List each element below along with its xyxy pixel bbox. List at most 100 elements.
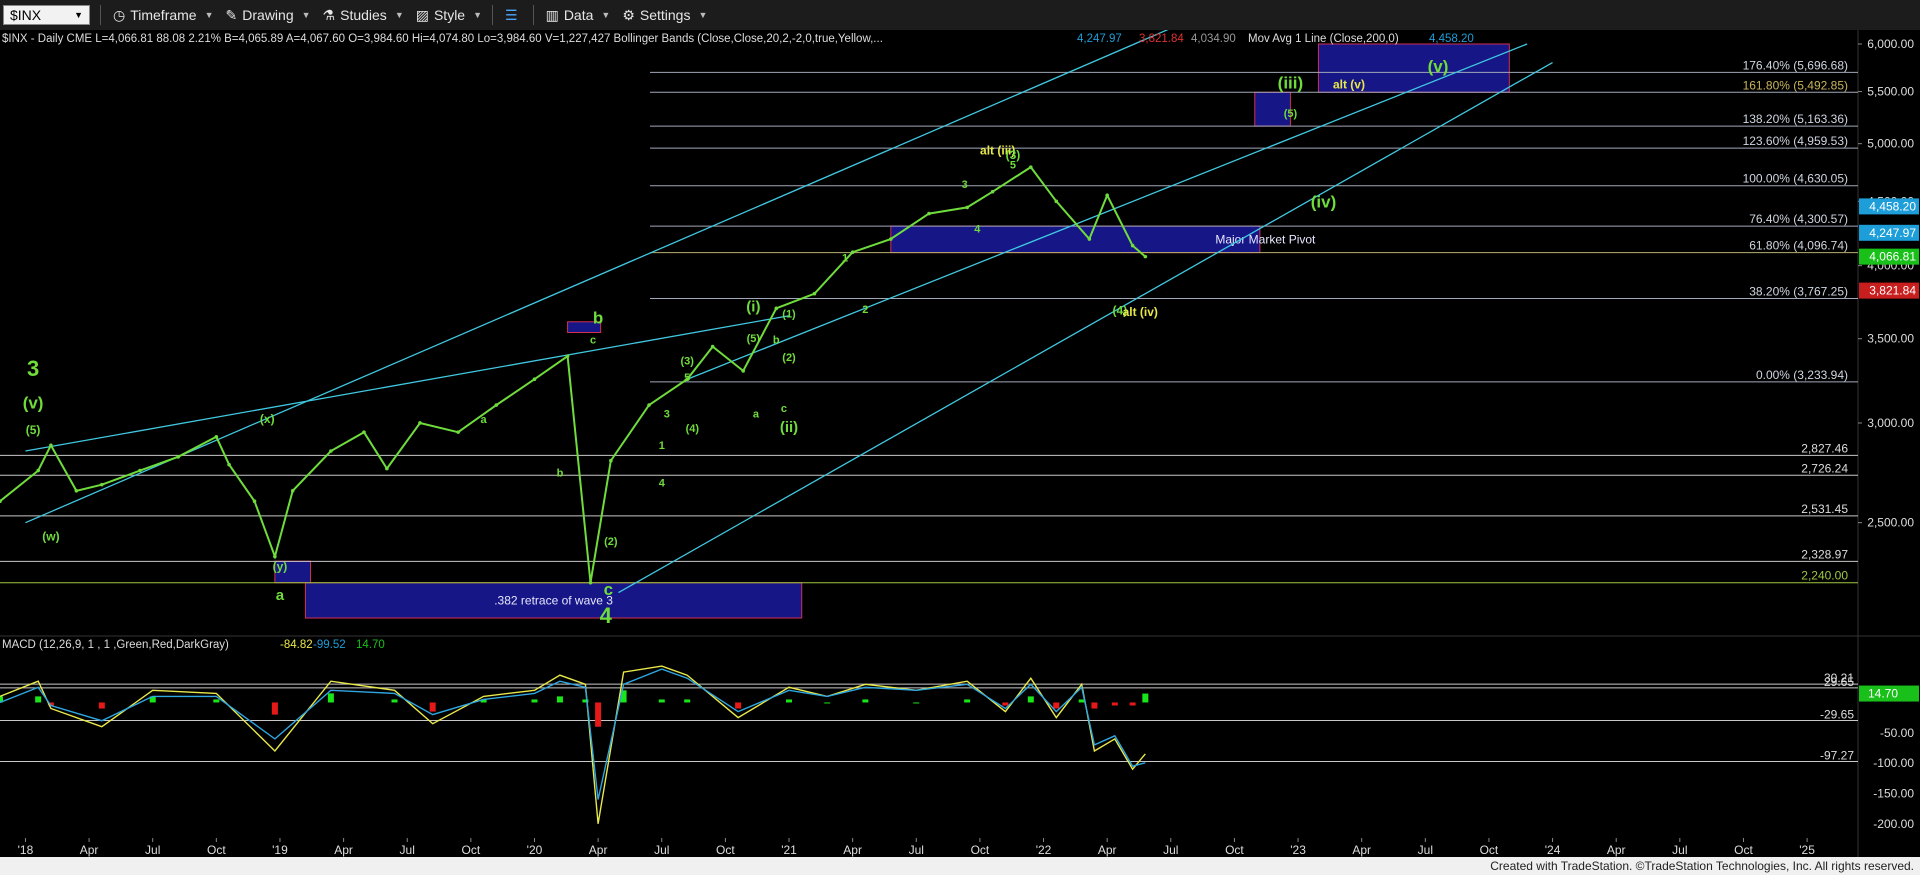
wave-label: 4: [600, 603, 613, 628]
macd-value-3: 14.70: [356, 639, 385, 651]
wave-label: (w): [42, 529, 59, 543]
x-tick-label: '18: [18, 843, 34, 857]
macd-level-label: -97.27: [1820, 748, 1854, 762]
x-tick-label: '20: [527, 843, 543, 857]
wave-label: 2: [862, 304, 868, 316]
price-point: [609, 458, 613, 463]
support-level-label: 2,240.00: [1801, 569, 1848, 583]
wave-label: a: [276, 587, 285, 604]
x-tick-label: Apr: [80, 843, 99, 857]
ma-label: Mov Avg 1 Line (Close,200,0): [1248, 33, 1399, 45]
price-point: [290, 489, 295, 493]
x-tick-label: Oct: [971, 843, 990, 857]
price-point: [227, 462, 231, 467]
macd-tag-label: 14.70: [1868, 687, 1898, 701]
fib-level-label: 100.00% (4,630.05): [1743, 172, 1848, 186]
wave-label: (5): [26, 423, 41, 437]
wave-label: (x): [260, 412, 275, 426]
macd-histogram-bar: [862, 699, 869, 703]
bb-mid-value: 4,034.90: [1191, 33, 1236, 45]
support-level-label: 2,531.45: [1801, 502, 1848, 516]
price-point: [385, 466, 389, 471]
wave-label: 1: [659, 440, 665, 452]
wave-label: (v): [1428, 57, 1449, 76]
macd-histogram-bar: [1142, 693, 1149, 703]
chevron-down-icon: ▼: [473, 10, 483, 20]
x-tick-label: Jul: [1163, 843, 1178, 857]
macd-y-tick-label: -100.00: [1873, 756, 1914, 770]
wave-label: 5: [684, 372, 690, 384]
x-tick-label: Apr: [1098, 843, 1117, 857]
macd-header-label: MACD (12,26,9, 1 , 1 ,Green,Red,DarkGray…: [2, 639, 229, 651]
target-zone-box: [890, 225, 1261, 254]
price-point: [1143, 254, 1148, 259]
studies-menu[interactable]: ⚗ Studies ▼: [323, 7, 404, 24]
fib-level-label: 161.80% (5,492.85): [1743, 78, 1848, 92]
x-tick-label: Oct: [716, 843, 735, 857]
x-tick-label: Apr: [334, 843, 353, 857]
fib-level-label: 176.40% (5,696.68): [1743, 58, 1848, 72]
chart-background: [0, 30, 1920, 857]
data-menu[interactable]: ▥ Data ▼: [546, 7, 611, 24]
y-tick-label: 6,000.00: [1867, 37, 1914, 51]
drawing-menu[interactable]: ✎ Drawing ▼: [226, 7, 311, 24]
macd-level-label: 29.65: [1824, 675, 1854, 689]
wave-label: (1): [782, 308, 796, 320]
style-menu[interactable]: ▨ Style ▼: [416, 7, 482, 24]
style-label: Style: [433, 7, 466, 23]
macd-histogram-bar: [271, 702, 278, 715]
pen-icon: ✎: [225, 6, 238, 23]
price-point: [329, 449, 333, 453]
wave-label: 4: [974, 224, 981, 236]
x-tick-label: '21: [781, 843, 797, 857]
price-point: [965, 205, 969, 210]
timeframe-label: Timeframe: [130, 7, 197, 23]
price-tag-label: 4,247.97: [1869, 226, 1916, 240]
settings-menu[interactable]: ⚙ Settings ▼: [622, 7, 707, 24]
fib-level-label: 138.20% (5,163.36): [1743, 112, 1848, 126]
macd-histogram-bar: [786, 699, 793, 703]
timeframe-menu[interactable]: ◷ Timeframe ▼: [113, 7, 214, 24]
data-label: Data: [563, 7, 594, 23]
x-tick-label: '23: [1290, 843, 1306, 857]
macd-y-tick-label: -150.00: [1873, 786, 1914, 800]
y-tick-label: 3,500.00: [1867, 332, 1914, 346]
macd-value-1: -84.82: [280, 639, 313, 651]
macd-histogram-bar: [327, 693, 334, 703]
flask-icon: ⚗: [322, 6, 336, 23]
macd-histogram-bar: [1129, 702, 1136, 706]
x-tick-label: Oct: [462, 843, 481, 857]
wave-label: (iv): [1311, 192, 1337, 211]
macd-histogram-bar: [658, 699, 665, 703]
macd-histogram-bar: [913, 702, 920, 704]
x-tick-label: Oct: [1225, 843, 1244, 857]
x-tick-label: '24: [1545, 843, 1561, 857]
price-point: [100, 482, 104, 487]
price-tag-label: 4,458.20: [1869, 199, 1916, 213]
x-tick-label: Apr: [1352, 843, 1371, 857]
macd-histogram-bar: [595, 702, 602, 727]
layout-icon: ☰: [505, 6, 518, 23]
layout-button[interactable]: ☰: [505, 7, 523, 24]
wave-label: (5): [1284, 108, 1298, 120]
x-tick-label: Apr: [843, 843, 862, 857]
wave-label: a: [753, 409, 760, 421]
bb-lower-value: 3,821.84: [1139, 33, 1184, 45]
x-tick-label: Jul: [1418, 843, 1433, 857]
chart-area[interactable]: .382 retrace of wave 3 Major Market Pivot…: [0, 30, 1920, 857]
wave-label: alt (v): [1333, 78, 1365, 92]
symbol-input[interactable]: $INX ▼: [3, 5, 90, 25]
x-tick-label: Jul: [654, 843, 669, 857]
macd-histogram-bar: [98, 702, 105, 709]
price-point: [138, 468, 142, 473]
toolbar: $INX ▼ ◷ Timeframe ▼ ✎ Drawing ▼ ⚗ Studi…: [0, 0, 1920, 31]
chevron-down-icon[interactable]: ▼: [74, 10, 83, 20]
price-tag-label: 3,821.84: [1869, 284, 1916, 298]
chevron-down-icon: ▼: [301, 10, 311, 20]
fib-level-label: 38.20% (3,767.25): [1749, 284, 1848, 298]
price-point: [1105, 193, 1109, 198]
y-tick-label: 3,000.00: [1867, 416, 1914, 430]
price-point: [74, 489, 79, 493]
macd-histogram-bar: [1111, 702, 1118, 706]
wave-label: (v): [23, 394, 44, 413]
